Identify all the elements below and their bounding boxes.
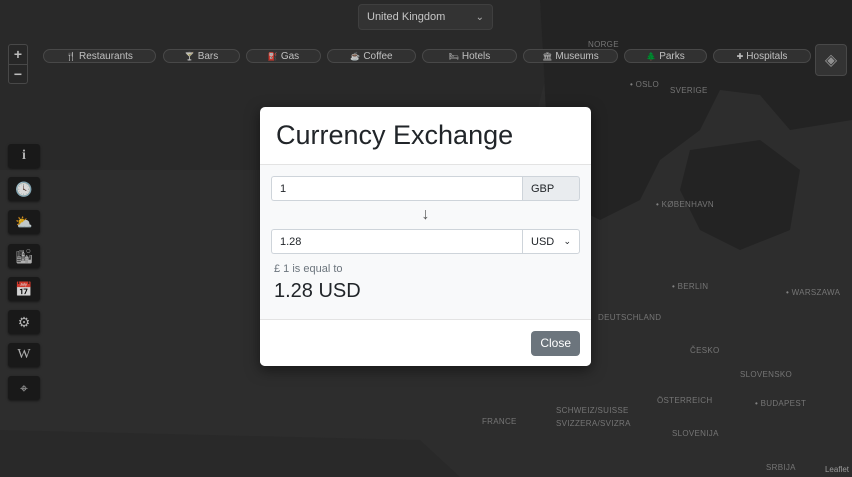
- modal-header: Currency Exchange: [260, 107, 591, 165]
- to-currency-value: USD: [531, 235, 555, 248]
- equal-label: £ 1 is equal to: [274, 263, 343, 275]
- to-currency-select[interactable]: USD ⌄: [522, 229, 580, 254]
- currency-exchange-modal: Currency Exchange GBP ↓ USD ⌄ £ 1 is equ…: [260, 107, 591, 366]
- from-row: GBP: [271, 176, 580, 201]
- to-row: USD ⌄: [271, 229, 580, 254]
- modal-body: GBP ↓ USD ⌄ £ 1 is equal to 1.28 USD: [260, 165, 591, 319]
- arrow-down-icon: ↓: [421, 206, 430, 223]
- leaflet-link[interactable]: Leaflet: [825, 465, 849, 474]
- from-currency: GBP: [522, 176, 580, 201]
- conversion-result: 1.28 USD: [274, 280, 361, 302]
- modal-footer: Close: [260, 319, 591, 366]
- chevron-down-icon: ⌄: [563, 236, 571, 246]
- map-attribution[interactable]: Leaflet: [825, 465, 849, 474]
- modal-title: Currency Exchange: [276, 120, 514, 150]
- close-button[interactable]: Close: [531, 330, 580, 356]
- to-amount-input[interactable]: [271, 229, 522, 254]
- from-amount-input[interactable]: [271, 176, 522, 201]
